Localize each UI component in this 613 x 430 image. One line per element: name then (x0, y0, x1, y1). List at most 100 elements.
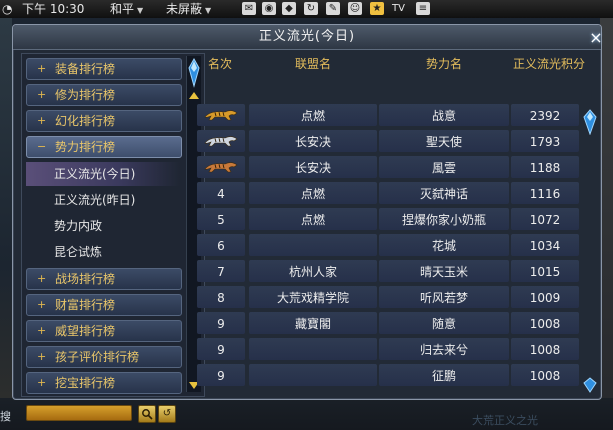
sidebar-category[interactable]: − 势力排行榜 (26, 136, 182, 158)
chat-icon[interactable]: ✎ (326, 2, 340, 15)
collapse-icon: − (37, 140, 47, 153)
score-cell: 1008 (511, 312, 579, 334)
table-row[interactable]: 9 藏寶閣 随意 1008 (197, 311, 581, 335)
table-header: 名次 联盟名 势力名 正义流光积分 (195, 53, 585, 75)
mail-icon[interactable]: ✉ (242, 2, 256, 15)
search-button[interactable] (138, 405, 156, 423)
sidebar-category-label: 势力排行榜 (55, 140, 116, 154)
rank-cell (197, 156, 245, 178)
sidebar-category-label: 战场排行榜 (55, 272, 116, 286)
table-row[interactable]: 点燃 战意 2392 (197, 103, 581, 127)
expand-icon: + (37, 114, 47, 127)
scroll-gem-icon[interactable] (583, 109, 597, 135)
pk-mode-dropdown[interactable]: 和平 ▼ (110, 0, 143, 20)
table-row[interactable]: 长安决 聖天使 1793 (197, 129, 581, 153)
menu-icon[interactable]: ≡ (416, 2, 430, 15)
scroll-bottom-gem-icon[interactable] (583, 377, 597, 393)
expand-icon: + (37, 272, 47, 285)
rank-cell (197, 104, 245, 126)
sidebar-subitem-label: 正义流光(昨日) (54, 193, 136, 207)
faded-footer-text: 大荒正义之光 (472, 414, 538, 427)
expand-icon: + (37, 324, 47, 337)
table-row[interactable]: 8 大荒戏精学院 听风若梦 1009 (197, 285, 581, 309)
alliance-cell: 长安决 (249, 130, 377, 152)
edge-label: 搜 (0, 410, 11, 423)
sidebar-category-label: 威望排行榜 (55, 324, 116, 338)
rank-cell: 9 (197, 338, 245, 360)
sidebar-category-label: 财富排行榜 (55, 298, 116, 312)
search-icon (142, 409, 153, 420)
sidebar-subitem[interactable]: 正义流光(昨日) (26, 188, 180, 212)
window-title: 正义流光(今日) (258, 29, 356, 44)
rank-cell: 7 (197, 260, 245, 282)
expand-icon: + (37, 62, 47, 75)
table-row[interactable]: 5 点燃 捏爆你家小奶瓶 1072 (197, 207, 581, 231)
sidebar-category[interactable]: + 财富排行榜 (26, 294, 182, 316)
clock-icon: ◔ (2, 2, 13, 16)
shield-icon[interactable]: ◆ (282, 2, 296, 15)
sidebar-category[interactable]: + 装备排行榜 (26, 58, 182, 80)
score-cell: 1008 (511, 364, 579, 386)
silver-tiger-icon (204, 136, 238, 147)
sidebar-subitem[interactable]: 昆仑试炼 (26, 240, 180, 264)
refresh-icon[interactable]: ↻ (304, 2, 318, 15)
sidebar-category[interactable]: + 战场排行榜 (26, 268, 182, 290)
sidebar-category[interactable]: + 幻化排行榜 (26, 110, 182, 132)
score-cell: 1188 (511, 156, 579, 178)
chevron-down-icon: ▼ (205, 6, 212, 15)
filter-mode-label: 未屏蔽 (166, 2, 203, 16)
reset-icon: ↺ (162, 408, 172, 419)
sidebar-subitem[interactable]: 势力内政 (26, 214, 180, 238)
rank-cell: 5 (197, 208, 245, 230)
header-alliance: 联盟名 (294, 57, 331, 71)
expand-icon: + (37, 298, 47, 311)
gold-tiger-icon (204, 110, 238, 121)
category-sidebar: + 装备排行榜 + 修为排行榜 + 幻化排行榜 − 势力排行榜正义流光(今日) 正义流光(昨日)… (21, 53, 205, 397)
table-row[interactable]: 9 归去来兮 1008 (197, 337, 581, 361)
background-scene-left (0, 18, 12, 430)
sidebar-subitem-label: 正义流光(今日) (54, 167, 136, 181)
sidebar-category[interactable]: + 孩子评价排行榜 (26, 346, 182, 368)
sidebar-category[interactable]: + 修为排行榜 (26, 84, 182, 106)
table-row[interactable]: 7 杭州人家 晴天玉米 1015 (197, 259, 581, 283)
score-cell: 1015 (511, 260, 579, 282)
sidebar-subitem[interactable]: 正义流光(今日) (26, 162, 180, 186)
alliance-cell (249, 234, 377, 256)
search-input[interactable] (26, 405, 132, 421)
sidebar-category-label: 挖宝排行榜 (55, 376, 116, 390)
alliance-cell: 藏寶閣 (249, 312, 377, 334)
rank-cell: 8 (197, 286, 245, 308)
ranking-table: 名次 联盟名 势力名 正义流光积分 点燃 战意 2392 长安决 聖天使 1793 长安决風… (195, 53, 597, 395)
table-row[interactable]: 长安决 風雲 1188 (197, 155, 581, 179)
table-row[interactable]: 4 点燃 灭弑神话 1116 (197, 181, 581, 205)
faction-cell: 聖天使 (379, 130, 509, 152)
table-row[interactable]: 9 征鹏 1008 (197, 363, 581, 387)
score-cell: 1072 (511, 208, 579, 230)
rank-cell: 4 (197, 182, 245, 204)
pk-mode-label: 和平 (110, 2, 135, 16)
faction-cell: 捏爆你家小奶瓶 (379, 208, 509, 230)
alliance-cell: 点燃 (249, 104, 377, 126)
close-button[interactable]: × (587, 29, 605, 47)
reset-button[interactable]: ↺ (158, 405, 176, 423)
faction-cell: 归去来兮 (379, 338, 509, 360)
faction-cell: 战意 (379, 104, 509, 126)
rank-cell: 9 (197, 364, 245, 386)
alliance-cell (249, 338, 377, 360)
table-row[interactable]: 6 花城 1034 (197, 233, 581, 257)
camera-icon[interactable]: ◉ (262, 2, 276, 15)
filter-mode-dropdown[interactable]: 未屏蔽 ▼ (166, 0, 211, 20)
faction-cell: 花城 (379, 234, 509, 256)
tv-button[interactable]: TV (392, 0, 405, 18)
header-faction: 势力名 (425, 57, 462, 71)
faction-cell: 風雲 (379, 156, 509, 178)
friends-icon[interactable]: ☺ (348, 2, 362, 15)
score-cell: 1009 (511, 286, 579, 308)
run-icon[interactable]: ★ (370, 2, 384, 15)
rank-cell: 6 (197, 234, 245, 256)
sidebar-category[interactable]: + 威望排行榜 (26, 320, 182, 342)
sidebar-category[interactable]: + 挖宝排行榜 (26, 372, 182, 394)
table-scrollbar[interactable] (583, 55, 597, 393)
header-rank: 名次 (207, 57, 232, 71)
sidebar-category-label: 孩子评价排行榜 (55, 350, 140, 364)
